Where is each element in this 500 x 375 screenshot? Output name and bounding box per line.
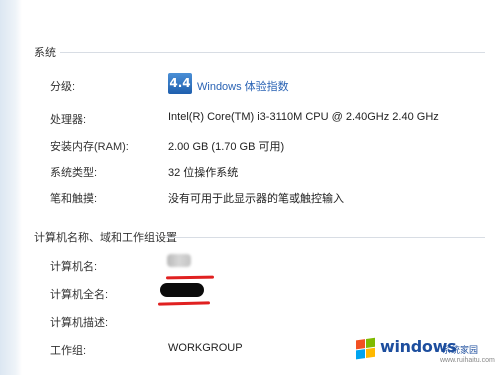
value-ram: 2.00 GB (1.70 GB 可用) [168,141,285,153]
label-computer-name: 计算机名: [50,261,98,273]
value-workgroup: WORKGROUP [168,342,243,354]
label-workgroup: 工作组: [50,345,87,357]
value-processor: Intel(R) Core(TM) i3-3110M CPU @ 2.40GHz… [168,111,439,123]
red-underline-mark [157,301,211,306]
red-underline-mark [165,275,215,280]
left-panel-edge [0,0,22,375]
label-system-type: 系统类型: [50,167,98,179]
label-full-computer-name: 计算机全名: [50,289,109,301]
experience-index-link[interactable]: Windows 体验指数 [197,78,289,94]
label-rating: 分级: [50,81,76,93]
section-title-computer-name: 计算机名称、域和工作组设置 [34,232,177,244]
section-divider [165,237,485,238]
label-ram: 安装内存(RAM): [50,141,129,153]
redacted-full-name [160,283,204,297]
windows-logo-icon [356,337,376,361]
label-pen-touch: 笔和触摸: [50,193,98,205]
value-pen-touch: 没有可用于此显示器的笔或触控输入 [168,193,344,205]
watermark-url: www.ruihaitu.com [440,357,495,364]
value-system-type: 32 位操作系统 [168,167,239,179]
section-title-system: 系统 [34,47,56,59]
blurred-computer-name [167,254,191,267]
experience-index-badge[interactable]: 4.4 [168,73,192,94]
label-processor: 处理器: [50,114,87,126]
section-divider [60,52,485,53]
watermark-subtitle: 系统家园 [442,345,479,355]
watermark: windows 系统家园 www.ruihaitu.com [352,333,495,369]
label-computer-description: 计算机描述: [50,317,109,329]
